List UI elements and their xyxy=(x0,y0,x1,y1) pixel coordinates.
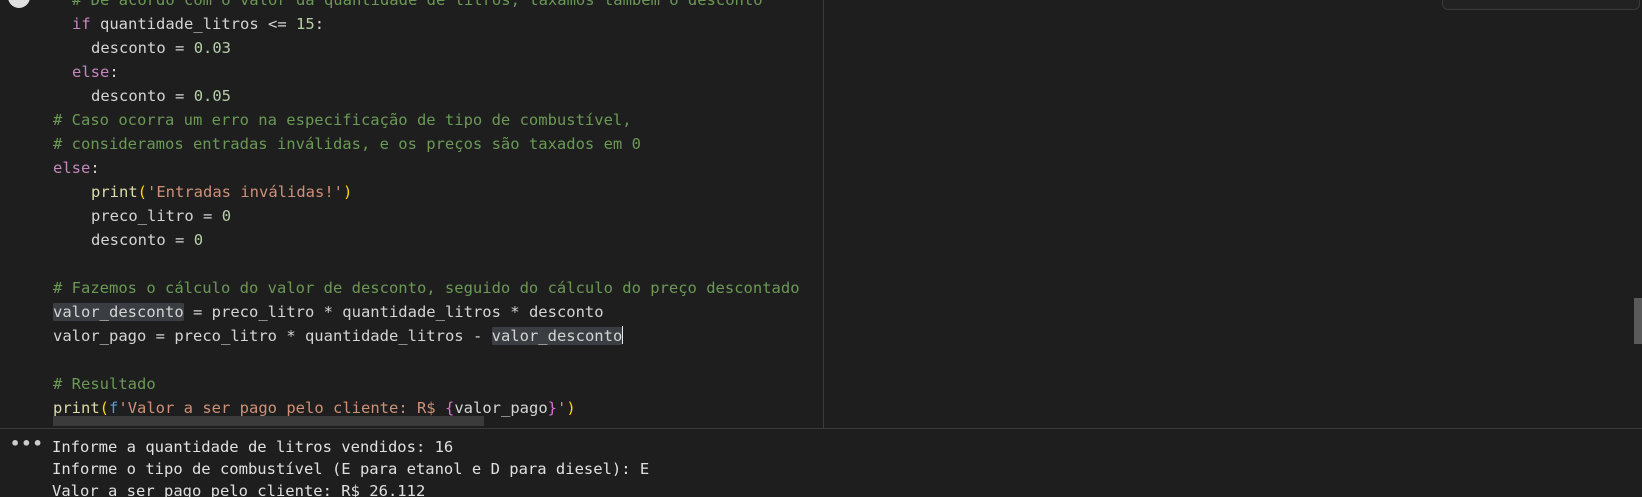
variable: preco_litro xyxy=(91,207,194,225)
string-literal: ' xyxy=(557,399,567,417)
number-literal: 0.03 xyxy=(193,39,232,57)
output-line: Informe o tipo de combustível (E para et… xyxy=(52,460,650,478)
code-lines[interactable]: # De acordo com o valor da quantidade de… xyxy=(53,0,800,420)
code-editor[interactable]: # De acordo com o valor da quantidade de… xyxy=(0,0,1642,428)
editor-ruler xyxy=(823,0,824,428)
vertical-scrollbar-thumb[interactable] xyxy=(1634,298,1642,344)
code-line-empty[interactable] xyxy=(53,252,800,276)
variable-highlighted: valor_desconto xyxy=(491,327,623,345)
output-line: Valor a ser pago pelo cliente: R$ 26.112 xyxy=(52,482,426,497)
variable-highlighted: valor_desconto xyxy=(53,303,184,321)
operator: = xyxy=(175,87,185,105)
string-literal: 'Entradas inválidas!' xyxy=(147,183,343,201)
code-line[interactable]: else: xyxy=(53,156,800,180)
keyword-else: else xyxy=(72,63,110,81)
code-comment: # consideramos entradas inválidas, e os … xyxy=(53,135,641,153)
colon: : xyxy=(109,63,119,81)
variable: valor_pago xyxy=(454,399,548,417)
code-line[interactable]: print('Entradas inválidas!') xyxy=(53,180,800,204)
variable: desconto xyxy=(91,87,166,105)
code-line[interactable]: preco_litro = 0 xyxy=(53,204,800,228)
operator: <= xyxy=(268,15,287,33)
cell-output: ••• Informe a quantidade de litros vendi… xyxy=(0,429,1642,497)
colon: : xyxy=(314,15,325,33)
text-cursor xyxy=(622,326,624,344)
colon: : xyxy=(90,159,100,177)
number-literal: 0 xyxy=(193,231,204,249)
number-literal: 15 xyxy=(296,15,315,33)
code-line[interactable]: valor_desconto = preco_litro * quantidad… xyxy=(53,300,800,324)
run-cell-icon[interactable] xyxy=(8,0,30,8)
number-literal: 0.05 xyxy=(193,87,232,105)
code-line[interactable]: desconto = 0 xyxy=(53,228,800,252)
cell-toolbar[interactable] xyxy=(1442,0,1640,10)
keyword-else: else xyxy=(53,159,91,177)
bracket: ( xyxy=(99,399,110,417)
output-lines: Informe a quantidade de litros vendidos:… xyxy=(52,436,649,497)
output-menu-icon[interactable]: ••• xyxy=(10,436,44,452)
bracket: ) xyxy=(342,183,353,201)
output-line: Informe a quantidade de litros vendidos:… xyxy=(52,438,454,456)
code-comment: # Caso ocorra um erro na especificação d… xyxy=(53,111,632,129)
code-line[interactable]: else: xyxy=(53,60,800,84)
code-line[interactable]: # consideramos entradas inválidas, e os … xyxy=(53,132,800,156)
expression: = preco_litro * quantidade_litros * desc… xyxy=(193,303,604,321)
expression: = preco_litro * quantidade_litros - xyxy=(155,327,492,345)
function-name: print xyxy=(91,183,138,201)
brace: } xyxy=(547,399,557,417)
brace: { xyxy=(444,399,455,417)
horizontal-scrollbar-thumb[interactable] xyxy=(53,416,484,426)
code-line[interactable]: # De acordo com o valor da quantidade de… xyxy=(53,0,800,12)
code-line[interactable]: # Resultado xyxy=(53,372,800,396)
string-literal: 'Valor a ser pago pelo cliente: R$ xyxy=(118,399,445,417)
variable: valor_pago xyxy=(53,327,147,345)
operator: = xyxy=(175,39,185,57)
keyword-if: if xyxy=(72,15,91,33)
bracket: ) xyxy=(566,399,576,417)
variable: desconto xyxy=(91,231,166,249)
function-name: print xyxy=(53,399,100,417)
code-line[interactable]: # Caso ocorra um erro na especificação d… xyxy=(53,108,800,132)
code-comment: # Fazemos o cálculo do valor de desconto… xyxy=(53,279,800,297)
bracket: ( xyxy=(137,183,148,201)
number-literal: 0 xyxy=(221,207,232,225)
code-line[interactable]: desconto = 0.03 xyxy=(53,36,800,60)
code-comment: # De acordo com o valor da quantidade de… xyxy=(72,0,763,9)
code-line[interactable]: if quantidade_litros <= 15: xyxy=(53,12,800,36)
code-line[interactable]: desconto = 0.05 xyxy=(53,84,800,108)
code-comment: # Resultado xyxy=(53,375,156,393)
fstring-prefix: f xyxy=(109,399,119,417)
code-line[interactable]: # Fazemos o cálculo do valor de desconto… xyxy=(53,276,800,300)
code-line-empty[interactable] xyxy=(53,348,800,372)
variable: quantidade_litros xyxy=(100,15,259,33)
code-line[interactable]: valor_pago = preco_litro * quantidade_li… xyxy=(53,324,800,348)
operator: = xyxy=(203,207,213,225)
variable: desconto xyxy=(91,39,166,57)
operator: = xyxy=(175,231,185,249)
